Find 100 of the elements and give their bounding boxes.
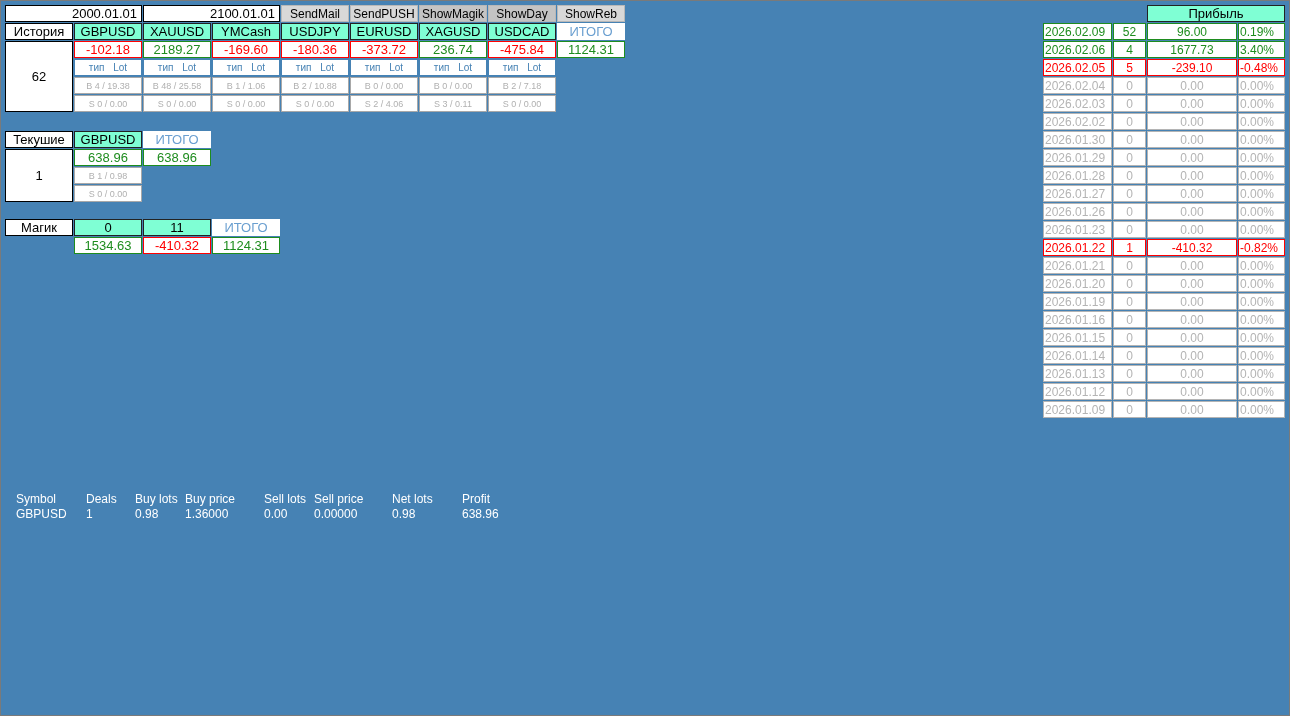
total-profit-cell: 638.96: [143, 149, 211, 166]
date-cell: 2026.01.22: [1043, 239, 1112, 256]
deals-cell: 0: [1113, 347, 1146, 364]
deals-cell: 0: [1113, 401, 1146, 418]
sell-lots-cell: S 2 / 4.06: [350, 95, 418, 112]
buy-lots-cell: B 1 / 0.98: [74, 167, 142, 184]
date-from-field[interactable]: 2000.01.01: [5, 5, 142, 22]
total-header: ИТОГО: [143, 131, 211, 148]
type-lot-header: тип Lot: [281, 59, 349, 76]
deals-cell: 0: [1113, 293, 1146, 310]
date-cell: 2026.02.06: [1043, 41, 1112, 58]
date-cell: 2026.01.21: [1043, 257, 1112, 274]
deals-cell: 0: [1113, 167, 1146, 184]
toolbar-button[interactable]: SendPUSH: [350, 5, 418, 22]
buy-lots-cell: B 0 / 0.00: [419, 77, 487, 94]
type-lot-header: тип Lot: [74, 59, 142, 76]
deals-cell: 0: [1113, 185, 1146, 202]
percent-cell: 3.40%: [1238, 41, 1285, 58]
profit-cell: 0.00: [1147, 149, 1237, 166]
total-profit-cell: 1124.31: [212, 237, 280, 254]
sell-lots-cell: S 0 / 0.00: [74, 185, 142, 202]
date-cell: 2026.01.27: [1043, 185, 1112, 202]
section-label: Текушие: [5, 131, 73, 148]
buy-lots-cell: B 2 / 7.18: [488, 77, 556, 94]
date-cell: 2026.01.29: [1043, 149, 1112, 166]
date-cell: 2026.02.04: [1043, 77, 1112, 94]
symbol-header: GBPUSD: [74, 23, 142, 40]
table-cell-text: 1.36000: [185, 507, 230, 522]
total-header: ИТОГО: [557, 23, 625, 40]
deals-cell: 0: [1113, 329, 1146, 346]
date-cell: 2026.01.20: [1043, 275, 1112, 292]
toolbar-button[interactable]: ShowMagik: [419, 5, 487, 22]
date-cell: 2026.02.03: [1043, 95, 1112, 112]
deals-cell: 0: [1113, 131, 1146, 148]
table-cell-text: GBPUSD: [16, 507, 68, 522]
date-cell: 2026.01.15: [1043, 329, 1112, 346]
profit-cell: 0.00: [1147, 185, 1237, 202]
sell-lots-cell: S 0 / 0.00: [143, 95, 211, 112]
percent-cell: 0.00%: [1238, 95, 1285, 112]
date-cell: 2026.02.09: [1043, 23, 1112, 40]
date-cell: 2026.02.05: [1043, 59, 1112, 76]
date-to-field[interactable]: 2100.01.01: [143, 5, 280, 22]
type-lot-header: тип Lot: [143, 59, 211, 76]
sell-lots-cell: S 0 / 0.00: [488, 95, 556, 112]
toolbar-button[interactable]: ShowReb: [557, 5, 625, 22]
table-cell-text: 0.00000: [314, 507, 359, 522]
profit-cell: 0.00: [1147, 329, 1237, 346]
toolbar-button[interactable]: SendMail: [281, 5, 349, 22]
deals-cell: 4: [1113, 41, 1146, 58]
percent-cell: 0.19%: [1238, 23, 1285, 40]
profit-cell: 638.96: [74, 149, 142, 166]
percent-cell: 0.00%: [1238, 347, 1285, 364]
column-heading: Buy price: [185, 492, 237, 507]
trade-count: 62: [5, 41, 73, 112]
profit-cell: 0.00: [1147, 257, 1237, 274]
percent-cell: 0.00%: [1238, 131, 1285, 148]
percent-cell: 0.00%: [1238, 185, 1285, 202]
date-cell: 2026.01.14: [1043, 347, 1112, 364]
date-cell: 2026.01.12: [1043, 383, 1112, 400]
profit-cell: 0.00: [1147, 347, 1237, 364]
date-cell: 2026.01.26: [1043, 203, 1112, 220]
total-header: ИТОГО: [212, 219, 280, 236]
profit-cell: 1534.63: [74, 237, 142, 254]
profit-cell: 0.00: [1147, 365, 1237, 382]
percent-cell: 0.00%: [1238, 113, 1285, 130]
percent-cell: 0.00%: [1238, 401, 1285, 418]
column-heading: Sell lots: [264, 492, 308, 507]
profit-cell: 0.00: [1147, 401, 1237, 418]
profit-cell: 0.00: [1147, 113, 1237, 130]
profit-cell: 2189.27: [143, 41, 211, 58]
date-cell: 2026.01.19: [1043, 293, 1112, 310]
deals-cell: 0: [1113, 77, 1146, 94]
percent-cell: 0.00%: [1238, 329, 1285, 346]
buy-lots-cell: B 0 / 0.00: [350, 77, 418, 94]
magic-header: 0: [74, 219, 142, 236]
section-label: История: [5, 23, 73, 40]
date-cell: 2026.01.30: [1043, 131, 1112, 148]
profit-cell: 0.00: [1147, 203, 1237, 220]
percent-cell: 0.00%: [1238, 149, 1285, 166]
type-lot-header: тип Lot: [350, 59, 418, 76]
symbol-header: XAGUSD: [419, 23, 487, 40]
type-lot-header: тип Lot: [212, 59, 280, 76]
trade-count: 1: [5, 149, 73, 202]
profit-cell: 0.00: [1147, 293, 1237, 310]
table-cell-text: 638.96: [462, 507, 500, 522]
toolbar-button[interactable]: ShowDay: [488, 5, 556, 22]
date-cell: 2026.01.28: [1043, 167, 1112, 184]
profit-cell: 0.00: [1147, 131, 1237, 148]
profit-cell: -239.10: [1147, 59, 1237, 76]
type-lot-header: тип Lot: [488, 59, 556, 76]
column-heading: Symbol: [16, 492, 57, 507]
profit-cell: -475.84: [488, 41, 556, 58]
buy-lots-cell: B 4 / 19.38: [74, 77, 142, 94]
profit-cell: -410.32: [143, 237, 211, 254]
deals-cell: 1: [1113, 239, 1146, 256]
percent-cell: 0.00%: [1238, 311, 1285, 328]
symbol-header: GBPUSD: [74, 131, 142, 148]
deals-cell: 0: [1113, 275, 1146, 292]
deals-cell: 0: [1113, 221, 1146, 238]
percent-cell: 0.00%: [1238, 293, 1285, 310]
